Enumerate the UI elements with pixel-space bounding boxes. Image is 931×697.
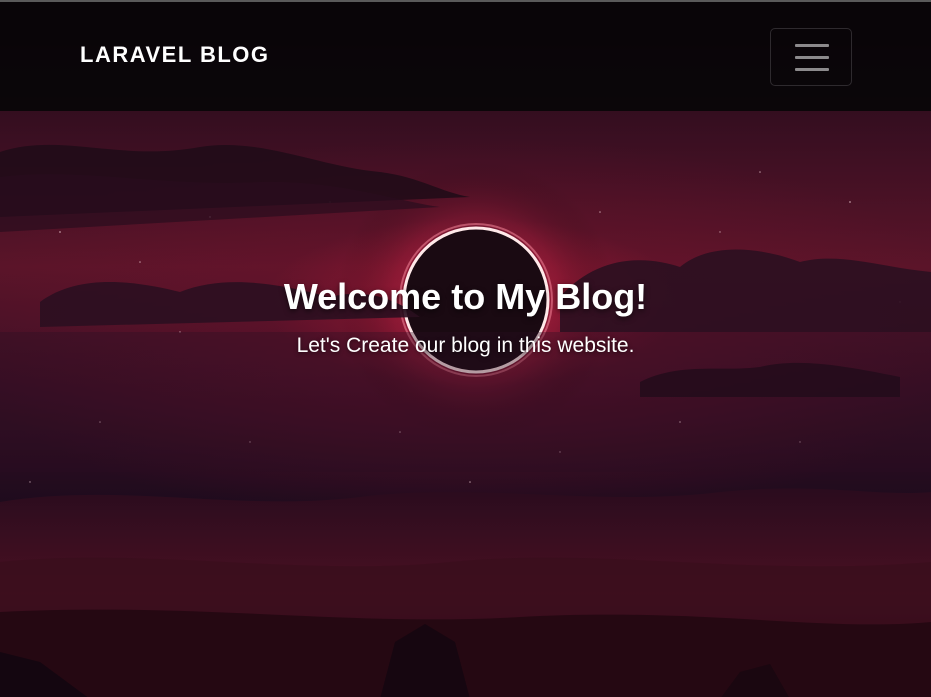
navbar-toggler-button[interactable] [770,28,852,86]
hamburger-bar [795,68,829,71]
hamburger-bar [795,44,829,47]
hero-title: Welcome to My Blog! [283,276,648,317]
navbar: LARAVEL BLOG [0,2,931,111]
brand-logo-link[interactable]: LARAVEL BLOG [80,42,270,68]
page: LARAVEL BLOG Welcome to My Blog! Let's C… [0,0,931,697]
hero-subtitle: Let's Create our blog in this website. [296,334,635,357]
hamburger-bar [795,56,829,59]
